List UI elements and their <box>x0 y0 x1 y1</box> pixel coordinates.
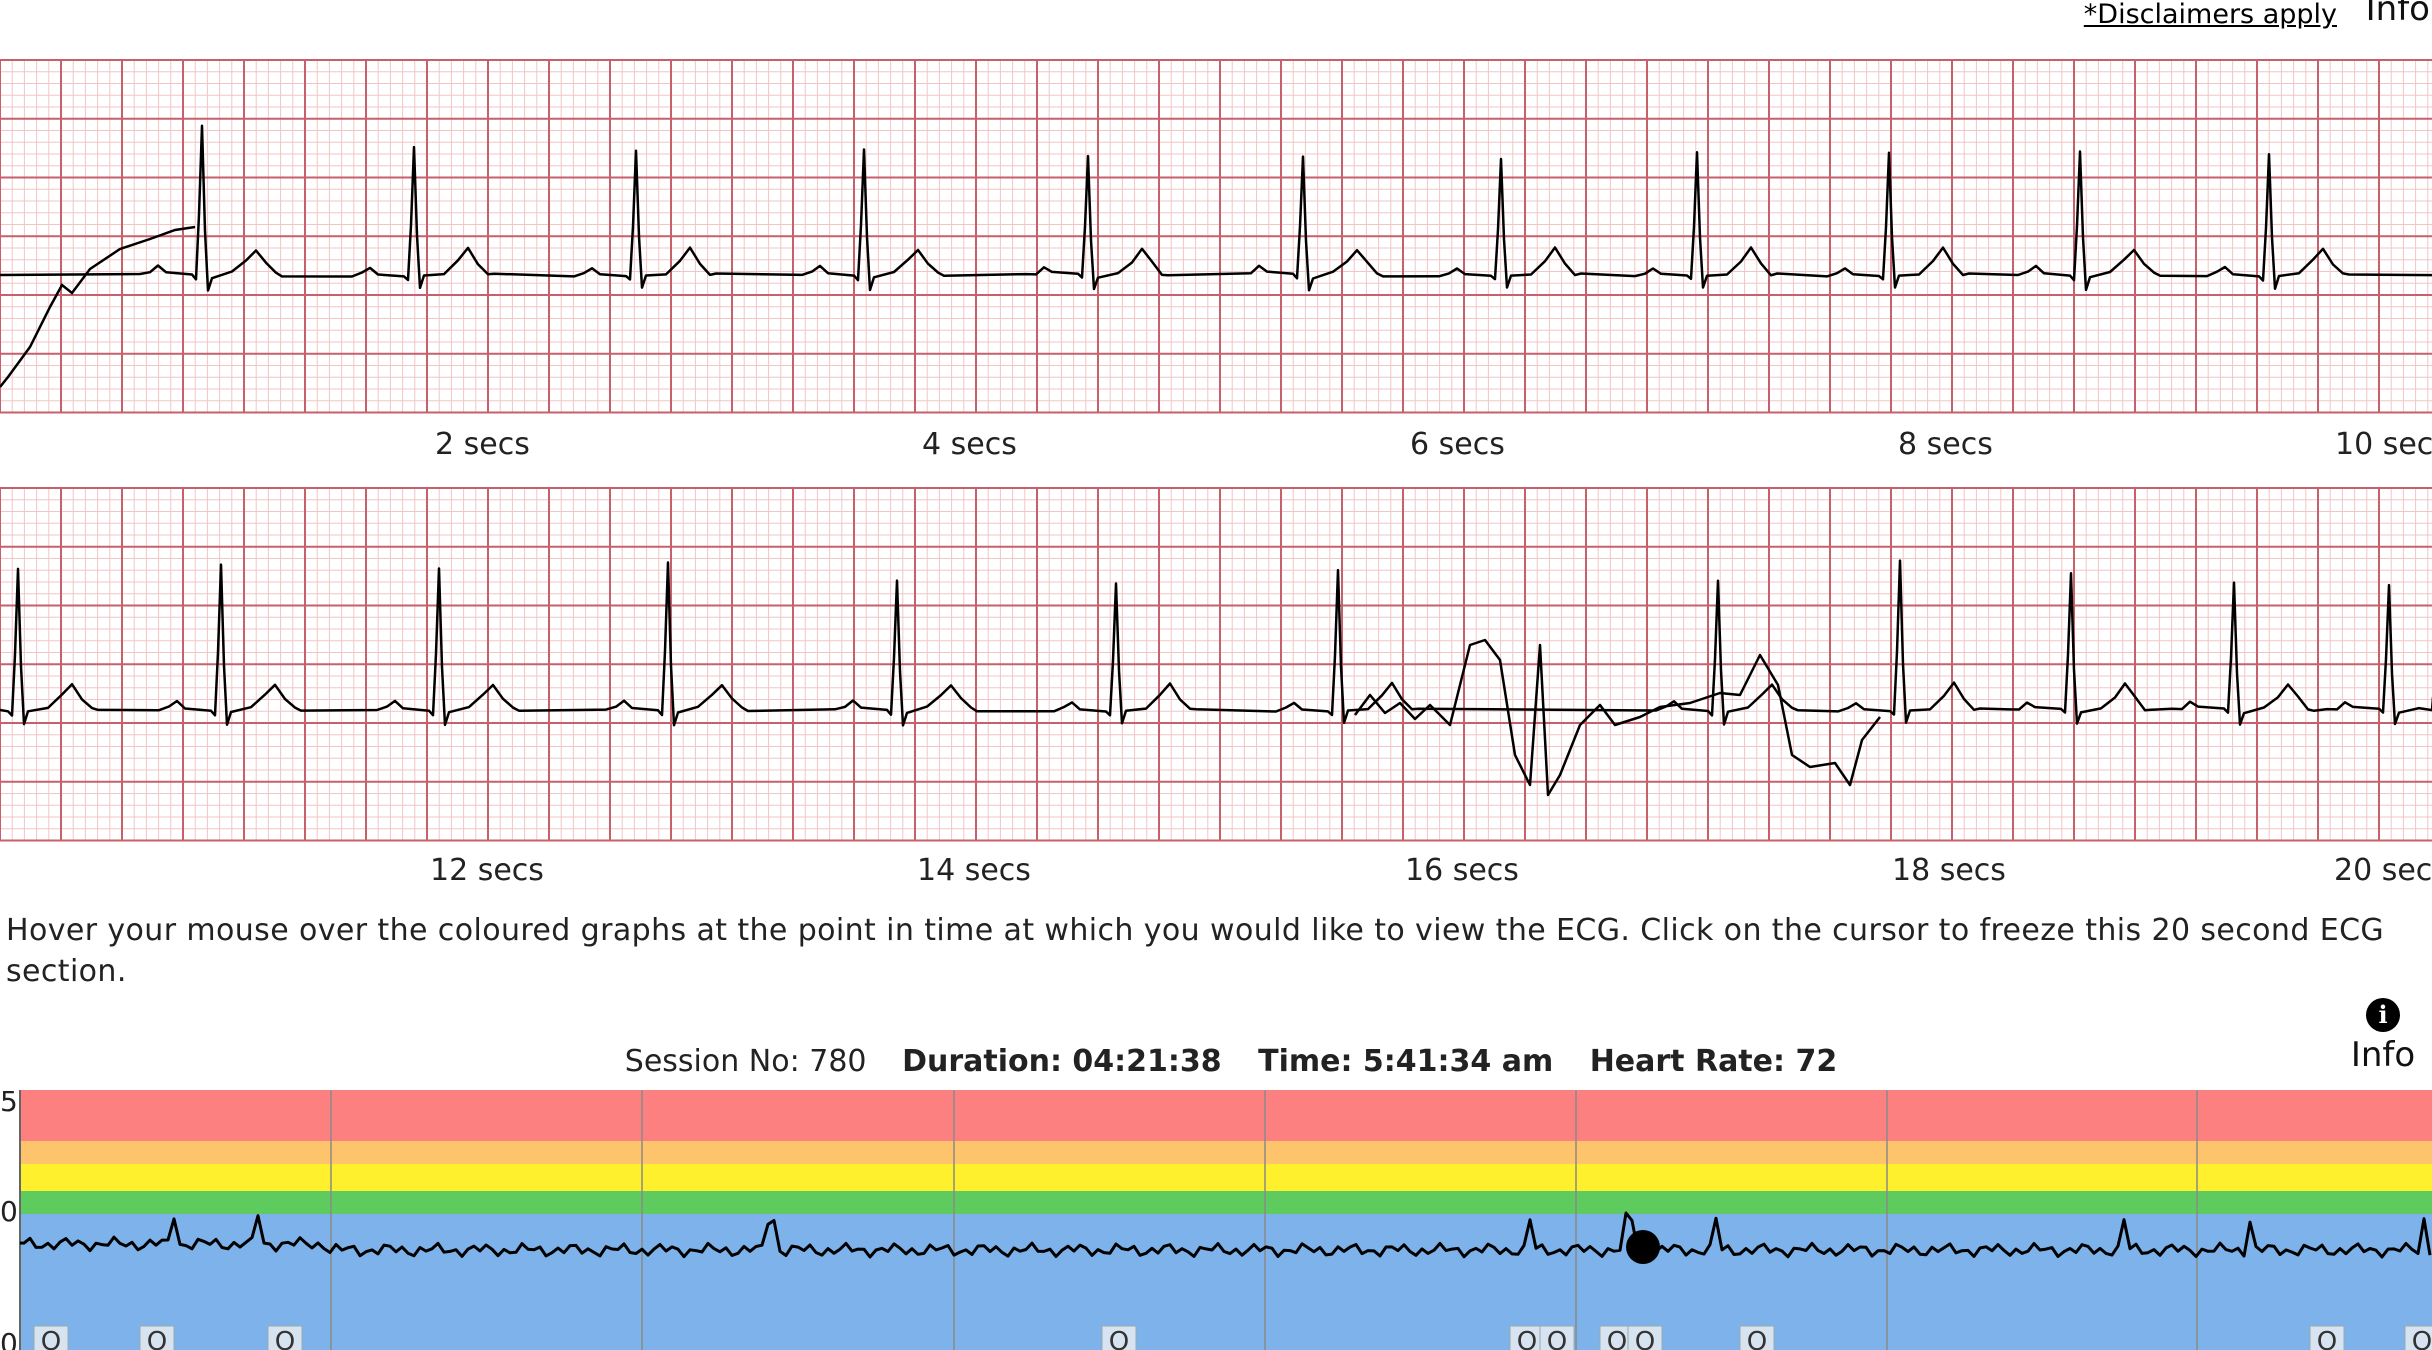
y-tick-middle: 0 <box>0 1195 18 1228</box>
event-marker-label: O <box>41 1327 61 1350</box>
session-duration: Duration: 04:21:38 <box>902 1044 1232 1079</box>
time-label-20s: 20 secs <box>2334 853 2432 888</box>
time-cursor-marker[interactable] <box>1626 1230 1660 1264</box>
heart-rate-label: Heart Rate: <box>1589 1044 1785 1079</box>
event-marker[interactable]: O <box>267 1325 303 1350</box>
instructions-text: Hover your mouse over the coloured graph… <box>6 913 2385 989</box>
event-marker[interactable]: O <box>1101 1325 1137 1350</box>
ecg-grid-2 <box>0 487 2432 842</box>
time-value: 5:41:34 am <box>1362 1044 1554 1079</box>
ecg-major-grid <box>0 59 2432 414</box>
ecg-strip-1 <box>0 57 2432 415</box>
top-info-label[interactable]: Info <box>2366 0 2430 26</box>
session-number-label: Session No: <box>624 1044 800 1079</box>
time-label-14s: 14 secs <box>917 853 1031 888</box>
trend-band-red <box>20 1090 2432 1141</box>
event-marker-label: O <box>1109 1327 1129 1350</box>
time-label: Time: <box>1258 1044 1353 1079</box>
session-number-value: 780 <box>809 1044 867 1079</box>
ecg-grid-1 <box>0 59 2432 414</box>
trend-band-green <box>20 1191 2432 1214</box>
session-time: Time: 5:41:34 am <box>1258 1044 1564 1079</box>
time-label-4s: 4 secs <box>922 427 1017 462</box>
disclaimers-link[interactable]: *Disclaimers apply <box>2084 0 2337 30</box>
event-marker[interactable]: O <box>1627 1325 1663 1350</box>
ecg-viewer-page: *Disclaimers apply Info 2 secs 4 secs 6 … <box>0 0 2432 1350</box>
ecg-trace <box>0 124 2432 292</box>
time-label-18s: 18 secs <box>1892 853 2006 888</box>
event-marker[interactable]: O <box>2404 1325 2432 1350</box>
event-marker[interactable]: O <box>1739 1325 1775 1350</box>
info-circle-icon: i <box>2366 998 2400 1032</box>
heart-rate-trend-chart[interactable]: OOOOOOOOOOO 5 0 0 <box>0 1085 2432 1350</box>
ecg-artefact-trace <box>1354 638 1881 797</box>
duration-value: 04:21:38 <box>1072 1044 1222 1079</box>
time-label-10s: 10 secs <box>2335 427 2432 462</box>
trend-band-blue <box>20 1214 2432 1350</box>
ecg-strip-2 <box>0 485 2432 843</box>
session-summary: Session No: 780 Duration: 04:21:38 Time:… <box>0 1043 2432 1081</box>
time-label-8s: 8 secs <box>1898 427 1993 462</box>
time-label-12s: 12 secs <box>430 853 544 888</box>
heart-rate-value: 72 <box>1795 1044 1838 1079</box>
event-marker-label: O <box>275 1327 295 1350</box>
event-marker[interactable]: O <box>33 1325 69 1350</box>
event-marker[interactable]: O <box>1509 1325 1545 1350</box>
trend-graph[interactable]: OOOOOOOOOOO <box>0 1090 2432 1350</box>
event-marker-label: O <box>1635 1327 1655 1350</box>
event-marker[interactable]: O <box>1539 1325 1575 1350</box>
y-tick-bottom: 0 <box>0 1327 18 1350</box>
event-marker-label: O <box>2412 1327 2432 1350</box>
trend-band-yellow <box>20 1164 2432 1191</box>
trend-band-orange <box>20 1141 2432 1164</box>
event-marker-label: O <box>2317 1327 2337 1350</box>
event-marker[interactable]: O <box>139 1325 175 1350</box>
time-label-16s: 16 secs <box>1405 853 1519 888</box>
session-heart-rate: Heart Rate: 72 <box>1590 1044 1838 1079</box>
time-label-2s: 2 secs <box>435 427 530 462</box>
session-number: Session No: 780 <box>625 1044 876 1079</box>
event-marker-label: O <box>1607 1327 1627 1350</box>
ecg-trace <box>0 559 2432 727</box>
y-tick-top: 5 <box>0 1085 18 1118</box>
event-marker-label: O <box>1517 1327 1537 1350</box>
event-marker[interactable]: O <box>2309 1325 2345 1350</box>
time-label-6s: 6 secs <box>1410 427 1505 462</box>
event-marker-label: O <box>1547 1327 1567 1350</box>
event-marker-label: O <box>147 1327 167 1350</box>
duration-label: Duration: <box>902 1044 1062 1079</box>
event-marker-label: O <box>1747 1327 1767 1350</box>
